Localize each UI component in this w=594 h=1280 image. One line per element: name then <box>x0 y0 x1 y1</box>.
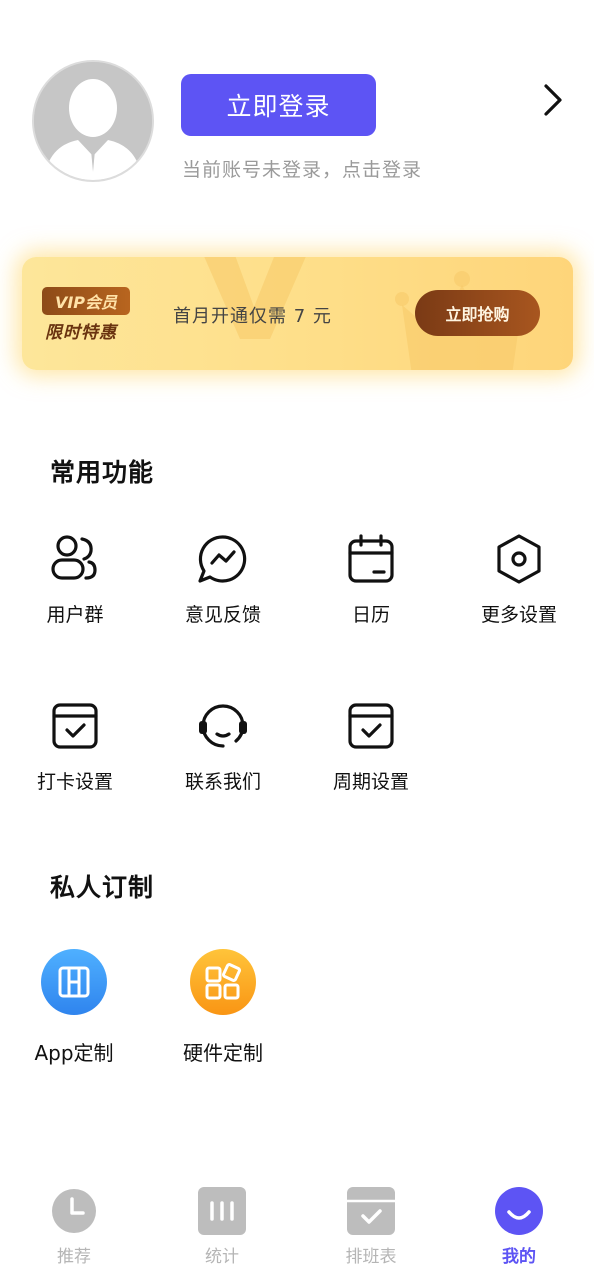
checkin-calendar-icon <box>52 703 98 749</box>
grid-item-user-group[interactable]: 用户群 <box>5 532 145 627</box>
stats-icon <box>198 1187 246 1235</box>
grid-item-label: 用户群 <box>46 604 104 626</box>
app-custom-icon <box>58 966 90 998</box>
hardware-custom-icon <box>205 963 241 1000</box>
section-title-common: 常用功能 <box>50 458 155 487</box>
section-title-custom: 私人订制 <box>50 873 155 902</box>
hexagon-settings-icon <box>497 534 541 584</box>
custom-item-label: App定制 <box>34 1041 114 1065</box>
avatar[interactable] <box>32 60 154 182</box>
tab-mine[interactable]: 我的 <box>464 1186 574 1267</box>
cycle-calendar-icon <box>348 703 394 749</box>
grid-item-label: 更多设置 <box>480 604 557 626</box>
vip-tag: VIP会员 <box>42 287 130 315</box>
grid-item-checkin-settings[interactable]: 打卡设置 <box>5 699 145 794</box>
user-group-icon <box>51 535 97 580</box>
schedule-icon <box>347 1187 395 1235</box>
feedback-chat-icon <box>198 535 247 583</box>
login-button[interactable]: 立即登录 <box>181 74 376 136</box>
bottom-tab-bar: 推荐 统计 排班表 我的 <box>0 1170 594 1280</box>
grid-item-feedback[interactable]: 意见反馈 <box>153 532 293 627</box>
smile-icon <box>495 1187 543 1235</box>
vip-subtitle: 限时特惠 <box>45 323 117 343</box>
tab-label: 排班表 <box>345 1247 397 1267</box>
grid-item-label: 日历 <box>351 604 390 626</box>
default-avatar-icon <box>34 62 152 180</box>
vip-banner[interactable]: VIP会员 限时特惠 首月开通仅需 7 元 立即抢购 <box>22 257 573 370</box>
clock-icon <box>52 1189 96 1233</box>
tab-label: 我的 <box>502 1247 536 1267</box>
grid-item-contact-us[interactable]: 联系我们 <box>153 699 293 794</box>
tab-schedule[interactable]: 排班表 <box>316 1186 426 1267</box>
custom-item-hardware[interactable]: 硬件定制 <box>153 949 293 1066</box>
grid-item-label: 意见反馈 <box>184 604 261 626</box>
tab-recommend[interactable]: 推荐 <box>19 1186 129 1267</box>
headset-icon <box>199 704 247 748</box>
custom-item-app[interactable]: App定制 <box>4 949 144 1066</box>
login-hint[interactable]: 当前账号未登录，点击登录 <box>182 155 422 182</box>
grid-item-calendar[interactable]: 日历 <box>301 532 441 627</box>
calendar-icon <box>348 534 394 583</box>
tab-label: 统计 <box>205 1247 239 1267</box>
vip-offer-text: 首月开通仅需 7 元 <box>173 306 332 327</box>
grid-item-label: 周期设置 <box>332 771 409 793</box>
grid-item-more-settings[interactable]: 更多设置 <box>449 532 589 627</box>
grid-item-label: 联系我们 <box>184 771 261 793</box>
grid-item-label: 打卡设置 <box>36 771 113 793</box>
grid-item-cycle-settings[interactable]: 周期设置 <box>301 699 441 794</box>
vip-buy-button[interactable]: 立即抢购 <box>415 290 540 336</box>
chevron-right-icon[interactable] <box>538 80 568 120</box>
tab-stats[interactable]: 统计 <box>167 1186 277 1267</box>
tab-label: 推荐 <box>57 1247 91 1267</box>
custom-item-label: 硬件定制 <box>183 1041 263 1065</box>
